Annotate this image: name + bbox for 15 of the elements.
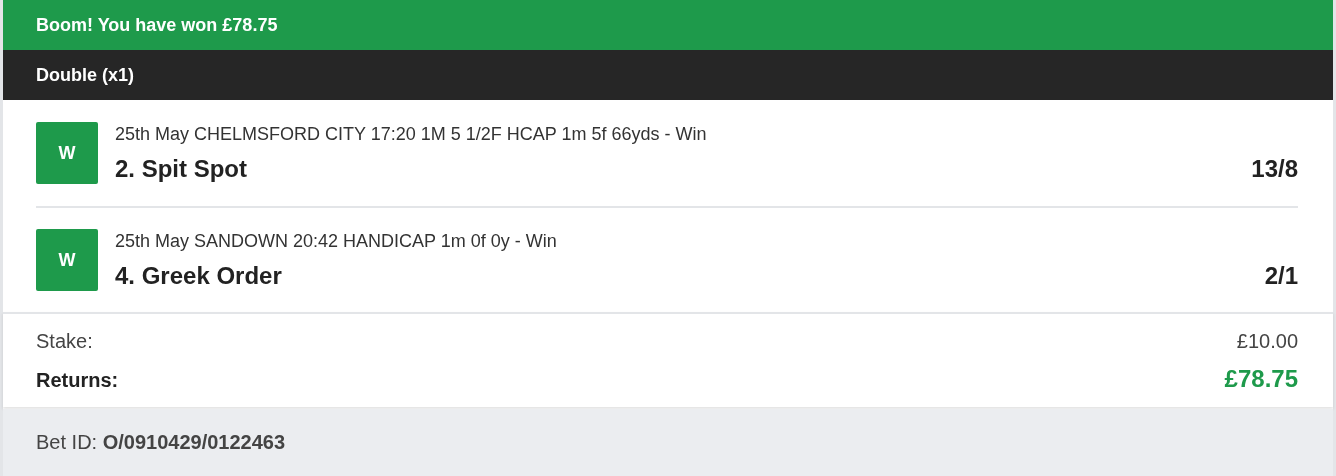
result-badge: W	[36, 229, 98, 291]
stake-value: £10.00	[1236, 330, 1298, 353]
stake-label: Stake:	[36, 330, 93, 353]
result-badge: W	[36, 122, 98, 184]
race-description: 25th May SANDOWN 20:42 HANDICAP 1m 0f 0y - Win	[115, 230, 558, 252]
odds: 2/1	[1264, 261, 1298, 290]
returns-value: £78.75	[1224, 365, 1298, 393]
win-banner: Boom! You have won £78.75	[3, 0, 1333, 50]
returns-label: Returns:	[36, 369, 119, 392]
bet-id: Bet ID: O/0910429/0122463	[36, 431, 286, 454]
bet-type-header: Double (x1)	[3, 50, 1333, 100]
odds: 13/8	[1251, 154, 1298, 183]
race-description: 25th May CHELMSFORD CITY 17:20 1M 5 1/2F HCAP 1m 5f 66yds - Win	[115, 123, 708, 145]
selection-name: 4. Greek Order	[115, 261, 282, 290]
selection-name: 2. Spit Spot	[115, 154, 247, 183]
